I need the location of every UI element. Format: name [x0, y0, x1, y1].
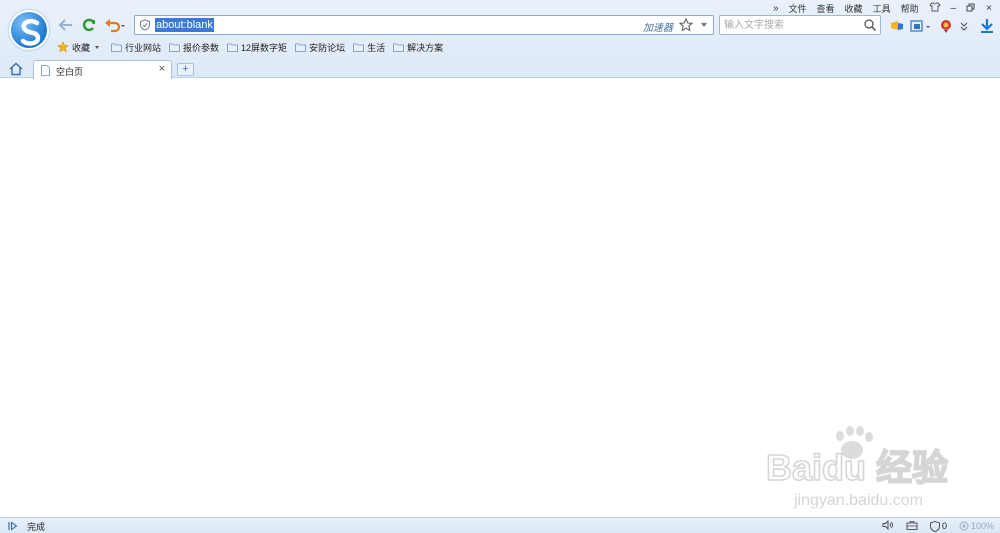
- more-menu-icon[interactable]: »: [773, 3, 779, 14]
- translate-tool-icon[interactable]: [889, 18, 905, 34]
- bookmark-label: 行业网站: [125, 42, 162, 53]
- search-input[interactable]: [724, 18, 859, 32]
- favorites-menu[interactable]: 收藏: [57, 41, 100, 54]
- bookmark-folder-solutions[interactable]: 解决方案: [393, 41, 443, 54]
- new-tab-button[interactable]: +: [177, 63, 194, 76]
- zoom-icon: [959, 521, 969, 531]
- menu-item-view[interactable]: 查看: [817, 2, 835, 15]
- security-shield-icon[interactable]: [139, 19, 151, 31]
- menu-item-favorites[interactable]: 收藏: [845, 2, 863, 15]
- skin-shirt-icon[interactable]: [928, 2, 941, 14]
- url-text[interactable]: about:blank: [155, 18, 214, 32]
- folder-icon: [393, 43, 404, 52]
- toolbox-button[interactable]: [906, 520, 918, 532]
- minimize-button[interactable]: –: [951, 3, 957, 14]
- bookmark-label: 12屏数字矩: [241, 42, 288, 53]
- favorites-star-icon: [57, 41, 69, 53]
- bookmark-star-icon[interactable]: [678, 17, 694, 32]
- address-bar[interactable]: about:blank 加速器: [134, 15, 714, 35]
- home-button[interactable]: [8, 61, 24, 77]
- mail-extension-icon[interactable]: [938, 18, 954, 34]
- volume-button[interactable]: [882, 519, 894, 532]
- security-status-button[interactable]: 0: [930, 520, 947, 532]
- close-window-button[interactable]: ×: [986, 3, 992, 14]
- browser-chrome: » 文件 查看 收藏 工具 帮助 – × about:blank 加速器 输入文…: [0, 0, 1000, 79]
- refresh-button[interactable]: [81, 17, 97, 33]
- bookmark-label: 报价参数: [183, 42, 220, 53]
- baidu-jingyan-watermark: Baidu 经验 jingyan.baidu.com: [764, 425, 950, 515]
- watermark-url: jingyan.baidu.com: [793, 492, 923, 509]
- folder-icon: [169, 43, 180, 52]
- back-button[interactable]: [58, 17, 74, 33]
- tab-blank-page[interactable]: 空白页 ×: [33, 60, 172, 79]
- tab-close-button[interactable]: ×: [159, 63, 165, 75]
- home-icon: [9, 62, 23, 76]
- bookmark-folder-matrix[interactable]: 12屏数字矩: [227, 41, 287, 54]
- folder-icon: [227, 43, 238, 52]
- search-box[interactable]: [719, 15, 881, 35]
- folder-icon: [353, 43, 364, 52]
- bookmark-label: 生活: [367, 42, 386, 53]
- status-bar: 完成 0 100%: [0, 517, 1000, 533]
- speaker-icon: [882, 519, 893, 531]
- bookmark-label: 解决方案: [407, 42, 444, 53]
- menu-item-file[interactable]: 文件: [789, 2, 807, 15]
- more-tools-icon[interactable]: [959, 18, 969, 34]
- bookmark-folder-industry[interactable]: 行业网站: [111, 41, 161, 54]
- bookmark-label: 安防论坛: [309, 42, 346, 53]
- restore-button[interactable]: [966, 3, 976, 14]
- toolbox-icon: [906, 521, 918, 530]
- bookmark-folder-life[interactable]: 生活: [353, 41, 385, 54]
- bookmark-folder-security-forum[interactable]: 安防论坛: [295, 41, 345, 54]
- favorites-caret-icon: [95, 45, 100, 49]
- sidebar-toggle-button[interactable]: [8, 520, 18, 533]
- download-icon[interactable]: [979, 18, 995, 34]
- zoom-control[interactable]: 100%: [959, 521, 994, 531]
- shield-icon: [930, 520, 940, 532]
- sogou-logo[interactable]: [9, 10, 49, 50]
- bookmark-folder-quotes[interactable]: 报价参数: [169, 41, 219, 54]
- menu-item-help[interactable]: 帮助: [901, 2, 919, 15]
- tab-strip: 空白页 × +: [0, 58, 1000, 79]
- folder-icon: [295, 43, 306, 52]
- watermark-brand: Baidu 经验: [766, 447, 948, 488]
- shield-count: 0: [941, 521, 947, 531]
- menu-item-tools[interactable]: 工具: [873, 2, 891, 15]
- undo-close-button[interactable]: [104, 17, 128, 33]
- menu-bar: » 文件 查看 收藏 工具 帮助 – ×: [773, 2, 992, 14]
- bookmarks-bar: 收藏 行业网站 报价参数 12屏数字矩 安防论坛 生活 解决方案: [57, 40, 443, 54]
- page-icon: [41, 65, 50, 76]
- folder-icon: [111, 43, 122, 52]
- zoom-level: 100%: [970, 521, 994, 531]
- accelerator-button[interactable]: 加速器: [643, 19, 673, 34]
- status-text: 完成: [27, 522, 46, 532]
- sidebar-toggle-icon: [8, 520, 18, 531]
- favorites-label: 收藏: [72, 42, 91, 53]
- screenshot-tool-icon[interactable]: [910, 18, 932, 34]
- tab-title: 空白页: [56, 67, 84, 77]
- search-icon[interactable]: [863, 18, 877, 32]
- address-dropdown-icon[interactable]: [701, 23, 707, 27]
